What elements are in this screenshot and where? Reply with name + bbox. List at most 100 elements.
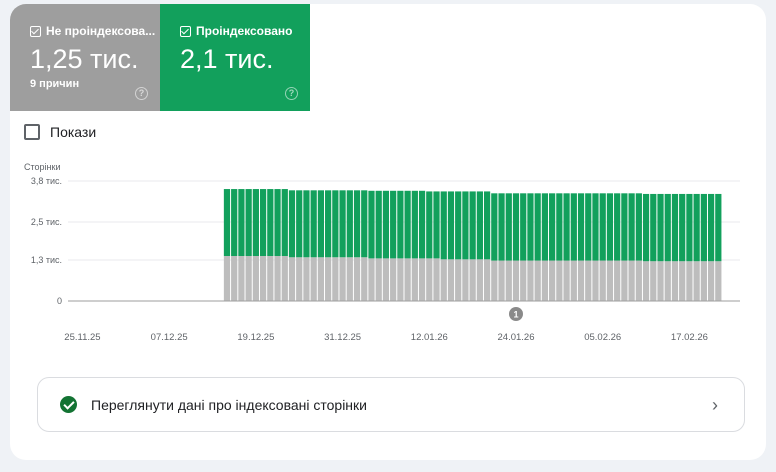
bar-indexed <box>426 191 433 259</box>
bar-indexed <box>223 189 231 256</box>
bar-indexed <box>650 193 657 262</box>
bar-indexed <box>563 193 570 261</box>
bar-indexed <box>534 193 541 261</box>
bar-indexed <box>238 189 245 256</box>
bar-indexed <box>577 193 585 261</box>
bar-not-indexed <box>686 261 693 301</box>
bar-indexed <box>621 193 628 261</box>
bar-indexed <box>635 193 642 261</box>
annotation-label: 1 <box>513 310 518 320</box>
bar-indexed <box>404 190 411 259</box>
bar-not-indexed <box>418 258 426 301</box>
bar-not-indexed <box>570 260 577 301</box>
bar-indexed <box>418 190 426 259</box>
bar-not-indexed <box>245 256 252 301</box>
x-tick-label: 24.01.26 <box>498 332 535 343</box>
bar-not-indexed <box>267 256 274 301</box>
bar-indexed <box>671 193 679 262</box>
x-tick-label: 17.02.26 <box>671 332 708 343</box>
bar-indexed <box>433 191 440 259</box>
bar-not-indexed <box>592 260 599 301</box>
bar-not-indexed <box>483 259 491 301</box>
bar-not-indexed <box>361 257 368 301</box>
bar-not-indexed <box>491 260 498 301</box>
bar-indexed <box>382 190 390 259</box>
bar-not-indexed <box>296 257 303 301</box>
bar-not-indexed <box>585 260 592 301</box>
bar-not-indexed <box>346 257 353 301</box>
bar-indexed <box>707 193 715 262</box>
bar-not-indexed <box>339 257 346 301</box>
bar-not-indexed <box>426 258 433 301</box>
y-axis-label: Сторінки <box>24 162 60 172</box>
x-tick-label: 12.01.26 <box>411 332 448 343</box>
bar-indexed <box>310 190 317 258</box>
view-indexed-pages-link[interactable]: Переглянути дані про індексовані сторінк… <box>37 377 745 432</box>
bar-not-indexed <box>375 258 382 301</box>
bar-not-indexed <box>549 260 556 301</box>
bar-indexed <box>440 191 447 260</box>
bar-not-indexed <box>563 260 570 301</box>
bar-not-indexed <box>476 259 483 301</box>
bar-not-indexed <box>440 259 447 301</box>
bar-not-indexed <box>397 258 404 301</box>
bar-not-indexed <box>679 261 686 301</box>
x-tick-label: 05.02.26 <box>584 332 621 343</box>
bar-not-indexed <box>325 257 332 301</box>
bar-not-indexed <box>715 261 722 301</box>
y-tick-label: 1,3 тис. <box>31 255 62 265</box>
bar-not-indexed <box>382 258 390 301</box>
chart: Сторінки 0 1,3 тис. 2,5 тис. 3,8 тис. 25.11.2… <box>24 162 740 343</box>
bar-not-indexed <box>614 260 621 301</box>
bar-not-indexed <box>238 256 245 301</box>
bar-indexed <box>353 190 361 258</box>
check-circle-icon <box>60 396 77 413</box>
bar-not-indexed <box>527 260 534 301</box>
bar-not-indexed <box>577 260 585 301</box>
y-tick-label: 2,5 тис. <box>31 217 62 227</box>
bar-not-indexed <box>628 260 635 301</box>
bar-not-indexed <box>433 258 440 301</box>
bar-indexed <box>346 190 353 258</box>
bar-indexed <box>498 193 505 261</box>
bar-indexed <box>339 190 346 258</box>
bar-not-indexed <box>455 259 462 301</box>
bar-indexed <box>614 193 621 261</box>
bar-not-indexed <box>621 260 628 301</box>
bar-indexed <box>267 189 274 256</box>
bar-indexed <box>570 193 577 261</box>
bar-indexed <box>686 193 693 262</box>
bar-not-indexed <box>650 261 657 301</box>
bar-indexed <box>252 189 259 256</box>
bar-indexed <box>606 193 614 261</box>
bar-indexed <box>259 189 267 256</box>
bar-not-indexed <box>368 258 375 301</box>
bar-indexed <box>483 191 491 260</box>
y-tick-label: 0 <box>57 296 62 306</box>
bar-indexed <box>447 191 455 260</box>
bar-indexed <box>332 190 339 258</box>
bar-indexed <box>317 190 325 258</box>
bar-indexed <box>642 193 650 262</box>
bar-not-indexed <box>288 257 296 301</box>
bar-indexed <box>361 190 368 258</box>
bar-not-indexed <box>700 261 707 301</box>
y-tick-label: 3,8 тис. <box>31 176 62 186</box>
bar-indexed <box>599 193 606 261</box>
bar-not-indexed <box>303 257 310 301</box>
bar-not-indexed <box>469 259 476 301</box>
bar-indexed <box>628 193 635 261</box>
bar-not-indexed <box>310 257 317 301</box>
bar-indexed <box>541 193 549 261</box>
chevron-right-icon: › <box>712 395 718 415</box>
bar-not-indexed <box>447 259 455 301</box>
bar-not-indexed <box>404 258 411 301</box>
x-tick-label: 19.12.25 <box>237 332 274 343</box>
bar-indexed <box>700 193 707 262</box>
bar-indexed <box>325 190 332 258</box>
bar-indexed <box>303 190 310 258</box>
bar-indexed <box>520 193 527 261</box>
bar-not-indexed <box>332 257 339 301</box>
bar-indexed <box>390 190 397 259</box>
bar-not-indexed <box>541 260 549 301</box>
